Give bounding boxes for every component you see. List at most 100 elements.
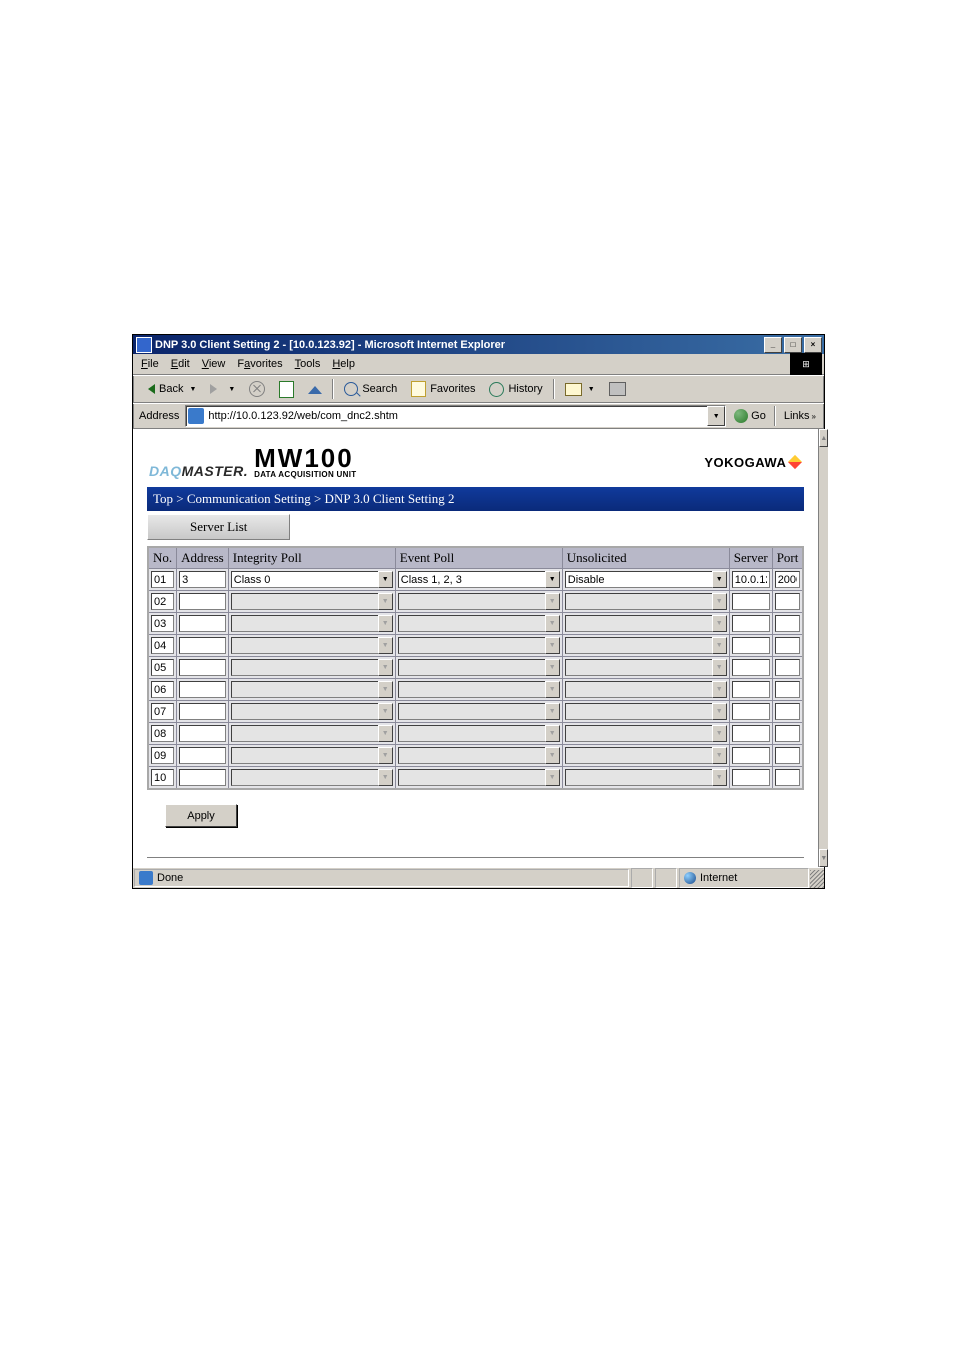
event-poll-select[interactable] <box>398 769 545 786</box>
server-input[interactable] <box>732 637 770 654</box>
integrity-poll-select[interactable] <box>231 703 378 720</box>
links-button[interactable]: Links» <box>780 410 820 422</box>
event-poll-select[interactable] <box>398 571 545 588</box>
server-input[interactable] <box>732 681 770 698</box>
history-button[interactable]: History <box>483 380 548 399</box>
unsolicited-select[interactable] <box>565 571 712 588</box>
port-input[interactable] <box>775 725 801 742</box>
search-button[interactable]: Search <box>338 380 403 398</box>
print-button[interactable] <box>603 380 632 398</box>
server-input[interactable] <box>732 747 770 764</box>
no-input[interactable] <box>151 769 174 786</box>
address-field[interactable]: ▼ <box>185 405 726 427</box>
no-input[interactable] <box>151 593 174 610</box>
unsolicited-select[interactable] <box>565 659 712 676</box>
scroll-up-button[interactable]: ▲ <box>819 429 828 447</box>
event-poll-select[interactable] <box>398 725 545 742</box>
address-input[interactable] <box>179 615 226 632</box>
integrity-poll-select[interactable] <box>231 747 378 764</box>
integrity-poll-select[interactable] <box>231 615 378 632</box>
port-input[interactable] <box>775 593 801 610</box>
menu-help[interactable]: Help <box>326 356 361 372</box>
menu-favorites[interactable]: Favorites <box>231 356 288 372</box>
integrity-poll-select[interactable] <box>231 571 378 588</box>
server-input[interactable] <box>732 769 770 786</box>
minimize-button[interactable]: _ <box>764 337 782 353</box>
chevron-down-icon[interactable]: ▼ <box>378 571 393 588</box>
address-input[interactable] <box>179 703 226 720</box>
port-input[interactable] <box>775 681 801 698</box>
unsolicited-select[interactable] <box>565 593 712 610</box>
event-poll-select[interactable] <box>398 747 545 764</box>
menu-edit[interactable]: Edit <box>165 356 196 372</box>
resize-grip[interactable] <box>810 870 824 888</box>
mail-button[interactable]: ▼ <box>559 381 601 398</box>
address-input[interactable] <box>206 409 707 423</box>
event-poll-select[interactable] <box>398 659 545 676</box>
server-input[interactable] <box>732 703 770 720</box>
apply-button[interactable]: Apply <box>165 804 237 827</box>
favorites-button[interactable]: Favorites <box>405 379 481 399</box>
no-input[interactable] <box>151 703 174 720</box>
address-input[interactable] <box>179 681 226 698</box>
unsolicited-select[interactable] <box>565 703 712 720</box>
close-button[interactable]: × <box>804 337 822 353</box>
event-poll-select[interactable] <box>398 615 545 632</box>
address-input[interactable] <box>179 659 226 676</box>
integrity-poll-select[interactable] <box>231 725 378 742</box>
port-input[interactable] <box>775 615 801 632</box>
maximize-button[interactable]: □ <box>784 337 802 353</box>
back-button[interactable]: Back▼ <box>137 381 202 397</box>
menu-tools[interactable]: Tools <box>289 356 327 372</box>
port-input[interactable] <box>775 769 801 786</box>
go-button[interactable]: Go <box>730 409 770 423</box>
menu-file[interactable]: File <box>135 356 165 372</box>
no-input[interactable] <box>151 637 174 654</box>
no-input[interactable] <box>151 615 174 632</box>
refresh-button[interactable] <box>273 379 300 400</box>
server-input[interactable] <box>732 615 770 632</box>
no-input[interactable] <box>151 725 174 742</box>
stop-button[interactable] <box>243 379 271 399</box>
event-poll-select[interactable] <box>398 637 545 654</box>
home-button[interactable] <box>302 380 328 399</box>
no-input[interactable] <box>151 659 174 676</box>
unsolicited-select[interactable] <box>565 681 712 698</box>
unsolicited-select[interactable] <box>565 615 712 632</box>
address-input[interactable] <box>179 725 226 742</box>
no-input[interactable] <box>151 681 174 698</box>
unsolicited-select[interactable] <box>565 637 712 654</box>
server-input[interactable] <box>732 725 770 742</box>
server-input[interactable] <box>732 593 770 610</box>
address-input[interactable] <box>179 571 226 588</box>
port-input[interactable] <box>775 703 801 720</box>
integrity-poll-select[interactable] <box>231 659 378 676</box>
address-input[interactable] <box>179 747 226 764</box>
vertical-scrollbar[interactable]: ▲ ▼ <box>818 429 828 867</box>
port-input[interactable] <box>775 637 801 654</box>
integrity-poll-select[interactable] <box>231 637 378 654</box>
chevron-down-icon[interactable]: ▼ <box>712 571 727 588</box>
integrity-poll-select[interactable] <box>231 769 378 786</box>
scroll-down-button[interactable]: ▼ <box>819 849 828 867</box>
integrity-poll-select[interactable] <box>231 593 378 610</box>
address-input[interactable] <box>179 593 226 610</box>
address-input[interactable] <box>179 637 226 654</box>
address-dropdown[interactable]: ▼ <box>707 406 725 426</box>
server-input[interactable] <box>732 571 770 588</box>
forward-button[interactable]: ▼ <box>204 382 241 396</box>
chevron-down-icon[interactable]: ▼ <box>545 571 560 588</box>
event-poll-select[interactable] <box>398 593 545 610</box>
no-input[interactable] <box>151 571 174 588</box>
unsolicited-select[interactable] <box>565 725 712 742</box>
port-input[interactable] <box>775 747 801 764</box>
event-poll-select[interactable] <box>398 681 545 698</box>
menu-view[interactable]: View <box>196 356 232 372</box>
event-poll-select[interactable] <box>398 703 545 720</box>
integrity-poll-select[interactable] <box>231 681 378 698</box>
address-input[interactable] <box>179 769 226 786</box>
port-input[interactable] <box>775 571 801 588</box>
port-input[interactable] <box>775 659 801 676</box>
server-input[interactable] <box>732 659 770 676</box>
unsolicited-select[interactable] <box>565 769 712 786</box>
